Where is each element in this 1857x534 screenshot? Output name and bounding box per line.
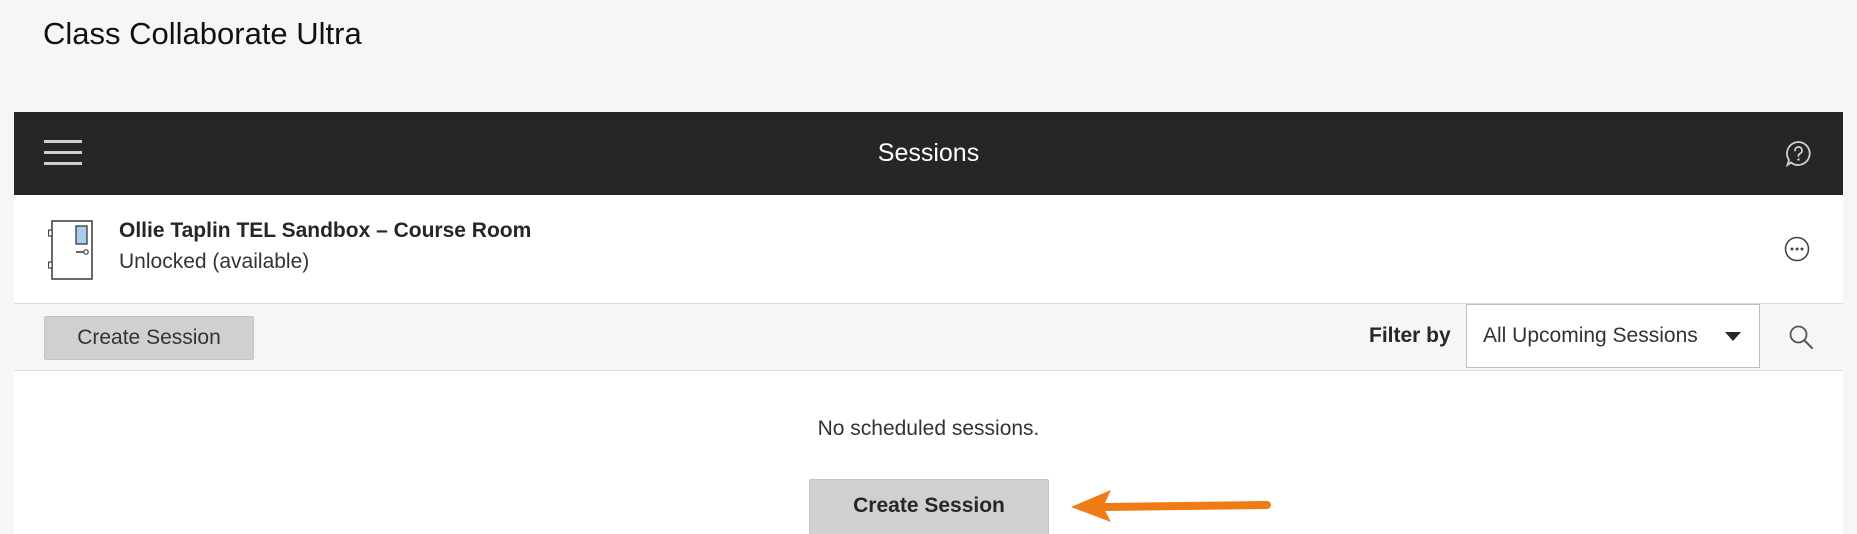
- create-session-primary-button[interactable]: Create Session: [809, 479, 1049, 534]
- sessions-toolbar: Create Session Filter by All Upcoming Se…: [14, 304, 1843, 371]
- room-status: Unlocked (available): [119, 250, 310, 273]
- filter-selected-value: All Upcoming Sessions: [1483, 324, 1698, 347]
- page-title: Class Collaborate Ultra: [43, 16, 362, 51]
- top-bar: Sessions: [14, 112, 1843, 195]
- caret-down-icon: [1725, 332, 1741, 341]
- more-options-icon[interactable]: [1784, 236, 1810, 262]
- annotation-arrow: [1071, 490, 1271, 522]
- session-filter-select[interactable]: All Upcoming Sessions: [1466, 304, 1760, 368]
- sessions-title: Sessions: [877, 139, 980, 167]
- filter-label: Filter by: [1369, 324, 1451, 347]
- create-session-button[interactable]: Create Session: [44, 316, 254, 360]
- course-room-row[interactable]: Ollie Taplin TEL Sandbox – Course Room U…: [14, 195, 1843, 304]
- search-icon[interactable]: [1788, 324, 1814, 350]
- door-icon: [48, 220, 93, 280]
- collaborate-panel: Sessions Ollie Taplin TEL Sandbox – Cour…: [14, 112, 1843, 534]
- empty-sessions-message: No scheduled sessions.: [817, 417, 1040, 440]
- help-icon[interactable]: [1785, 140, 1812, 167]
- room-name[interactable]: Ollie Taplin TEL Sandbox – Course Room: [119, 219, 531, 243]
